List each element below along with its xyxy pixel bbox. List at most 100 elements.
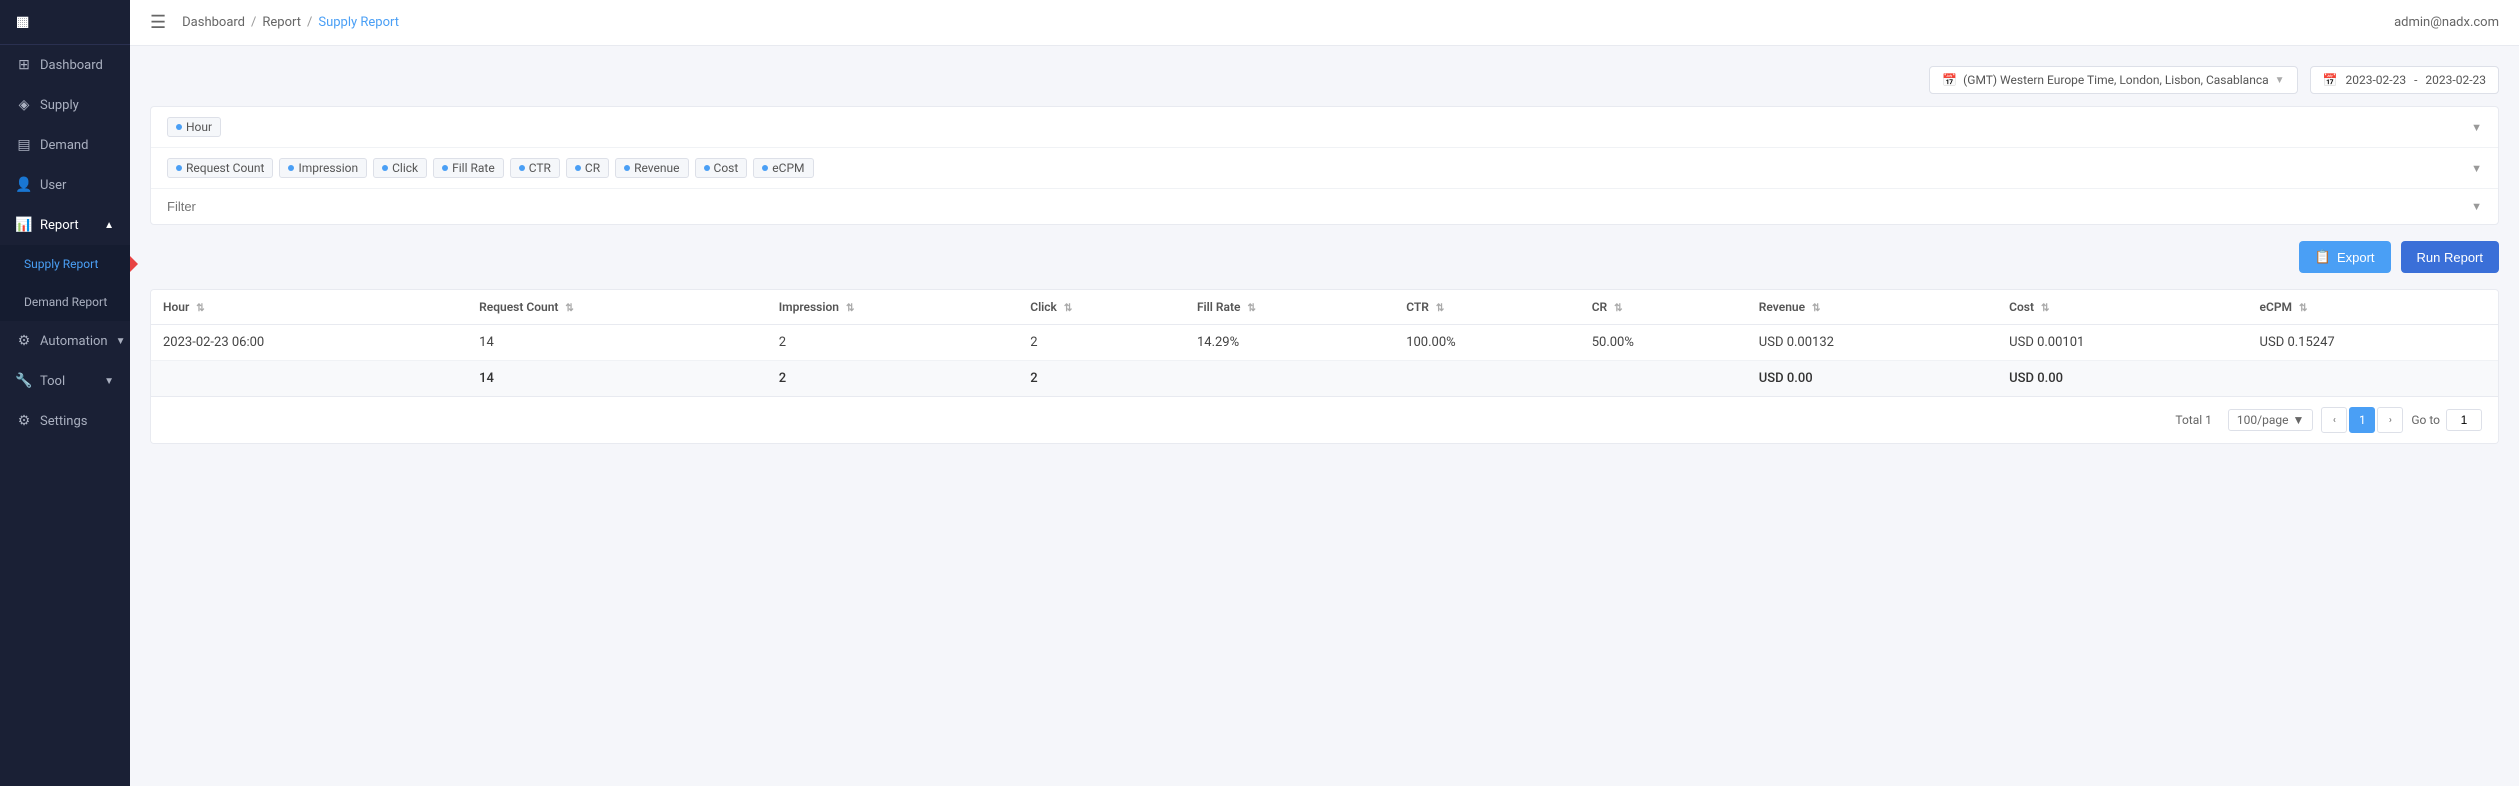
sort-icon: ⇅: [846, 303, 854, 314]
tag-dot: [382, 165, 388, 171]
cell-cost: USD 0.00101: [1997, 325, 2247, 361]
cell-summary-fill-rate: [1185, 361, 1394, 397]
metric-tag-cr[interactable]: CR: [566, 158, 609, 178]
metric-label: Click: [392, 161, 418, 175]
cell-click: 2: [1018, 325, 1185, 361]
sidebar-item-demand-report[interactable]: Demand Report: [0, 283, 130, 321]
col-click[interactable]: Click ⇅: [1018, 290, 1185, 325]
sidebar-item-label: Automation: [40, 334, 108, 349]
metric-tag-impression[interactable]: Impression: [279, 158, 367, 178]
col-ecpm[interactable]: eCPM ⇅: [2248, 290, 2498, 325]
date-end: 2023-02-23: [2425, 73, 2486, 87]
goto-label: Go to: [2411, 413, 2440, 427]
sort-icon: ⇅: [1812, 303, 1820, 314]
breadcrumb-report[interactable]: Report: [262, 15, 301, 30]
metrics-row: Request Count Impression Click Fill Rate…: [151, 148, 2498, 189]
filter-expand-icon[interactable]: ▼: [2471, 200, 2482, 213]
calendar-icon: 📅: [2323, 73, 2338, 87]
timezone-selector[interactable]: 📅 (GMT) Western Europe Time, London, Lis…: [1929, 66, 2297, 94]
tag-dot: [176, 165, 182, 171]
tag-dot: [624, 165, 630, 171]
sidebar-item-user[interactable]: 👤 User: [0, 165, 130, 205]
breadcrumb-sep1: /: [251, 15, 256, 30]
sidebar-item-dashboard[interactable]: ⊞ Dashboard: [0, 45, 130, 85]
col-ctr[interactable]: CTR ⇅: [1394, 290, 1580, 325]
export-button[interactable]: 📋 Export: [2299, 241, 2391, 273]
col-cr[interactable]: CR ⇅: [1580, 290, 1747, 325]
metric-label: CR: [585, 161, 600, 175]
cell-hour: 2023-02-23 06:00: [151, 325, 467, 361]
cell-summary-request-count: 14: [467, 361, 767, 397]
col-request-count[interactable]: Request Count ⇅: [467, 290, 767, 325]
breadcrumb: Dashboard / Report / Supply Report: [182, 15, 399, 30]
next-page-button[interactable]: ›: [2377, 407, 2403, 433]
per-page-selector[interactable]: 100/page ▼: [2228, 409, 2313, 431]
chevron-down-icon: ▼: [104, 376, 114, 387]
sidebar-item-automation[interactable]: ⚙ Automation ▼: [0, 321, 130, 361]
sidebar-item-label: Demand: [40, 138, 88, 153]
tag-dot: [176, 124, 182, 130]
metric-tag-request-count[interactable]: Request Count: [167, 158, 273, 178]
date-range-picker[interactable]: 📅 2023-02-23 - 2023-02-23: [2310, 66, 2499, 94]
metric-label: Cost: [714, 161, 739, 175]
sidebar-item-supply[interactable]: ◈ Supply: [0, 85, 130, 125]
metric-tag-ecpm[interactable]: eCPM: [753, 158, 813, 178]
cell-summary-cr: [1580, 361, 1747, 397]
breadcrumb-dashboard[interactable]: Dashboard: [182, 15, 245, 30]
hamburger-icon[interactable]: ☰: [150, 12, 166, 33]
timezone-label: (GMT) Western Europe Time, London, Lisbo…: [1963, 73, 2268, 87]
chevron-up-icon: ▲: [104, 220, 114, 231]
report-table: Hour ⇅ Request Count ⇅ Impression ⇅ Cl: [150, 289, 2499, 444]
active-indicator: [130, 256, 138, 272]
sidebar-item-demand[interactable]: ▤ Demand: [0, 125, 130, 165]
supply-icon: ◈: [16, 97, 32, 113]
col-cost[interactable]: Cost ⇅: [1997, 290, 2247, 325]
col-fill-rate[interactable]: Fill Rate ⇅: [1185, 290, 1394, 325]
sidebar-item-supply-report[interactable]: Supply Report: [0, 245, 130, 283]
metric-tag-ctr[interactable]: CTR: [510, 158, 560, 178]
cell-summary-ctr: [1394, 361, 1580, 397]
settings-icon: ⚙: [16, 413, 32, 429]
page-1-button[interactable]: 1: [2349, 407, 2375, 433]
tool-icon: 🔧: [16, 373, 32, 389]
filter-input-row: ▼: [151, 189, 2498, 224]
page-navigation: ‹ 1 ›: [2321, 407, 2403, 433]
cell-ctr: 100.00%: [1394, 325, 1580, 361]
col-impression[interactable]: Impression ⇅: [767, 290, 1019, 325]
metric-tag-fill-rate[interactable]: Fill Rate: [433, 158, 504, 178]
col-hour[interactable]: Hour ⇅: [151, 290, 467, 325]
run-report-button[interactable]: Run Report: [2401, 241, 2499, 273]
sidebar-item-tool[interactable]: 🔧 Tool ▼: [0, 361, 130, 401]
metric-tag-cost[interactable]: Cost: [695, 158, 748, 178]
demand-icon: ▤: [16, 137, 32, 153]
sidebar-item-label: Dashboard: [40, 58, 103, 73]
sidebar-sub-label: Supply Report: [24, 257, 98, 271]
cell-request-count: 14: [467, 325, 767, 361]
cell-cr: 50.00%: [1580, 325, 1747, 361]
sidebar-sub-label: Demand Report: [24, 295, 107, 309]
group-by-row: Hour ▼: [151, 107, 2498, 148]
sidebar-item-report[interactable]: 📊 Report ▲: [0, 205, 130, 245]
sidebar-item-settings[interactable]: ⚙ Settings: [0, 401, 130, 441]
header-user-email: admin@nadx.com: [2394, 15, 2499, 30]
metric-tag-click[interactable]: Click: [373, 158, 427, 178]
chevron-down-icon: ▼: [2292, 413, 2304, 427]
cell-ecpm: USD 0.15247: [2248, 325, 2498, 361]
metrics-expand-icon[interactable]: ▼: [2471, 162, 2482, 175]
chevron-down-icon: ▼: [2275, 75, 2285, 86]
sort-icon: ⇅: [1247, 303, 1255, 314]
sidebar-logo: ▦: [0, 0, 130, 45]
date-start: 2023-02-23: [2345, 73, 2406, 87]
group-by-expand-icon[interactable]: ▼: [2471, 121, 2482, 134]
goto-input[interactable]: [2446, 409, 2482, 431]
prev-page-button[interactable]: ‹: [2321, 407, 2347, 433]
group-by-hour-tag[interactable]: Hour: [167, 117, 221, 137]
cell-summary-ecpm: [2248, 361, 2498, 397]
filter-input[interactable]: [167, 199, 2471, 214]
tag-dot: [288, 165, 294, 171]
tag-dot: [575, 165, 581, 171]
table-row: 2023-02-23 06:00 14 2 2 14.29% 100.00% 5…: [151, 325, 2498, 361]
col-revenue[interactable]: Revenue ⇅: [1747, 290, 1997, 325]
metric-tag-revenue[interactable]: Revenue: [615, 158, 688, 178]
sort-icon: ⇅: [1614, 303, 1622, 314]
